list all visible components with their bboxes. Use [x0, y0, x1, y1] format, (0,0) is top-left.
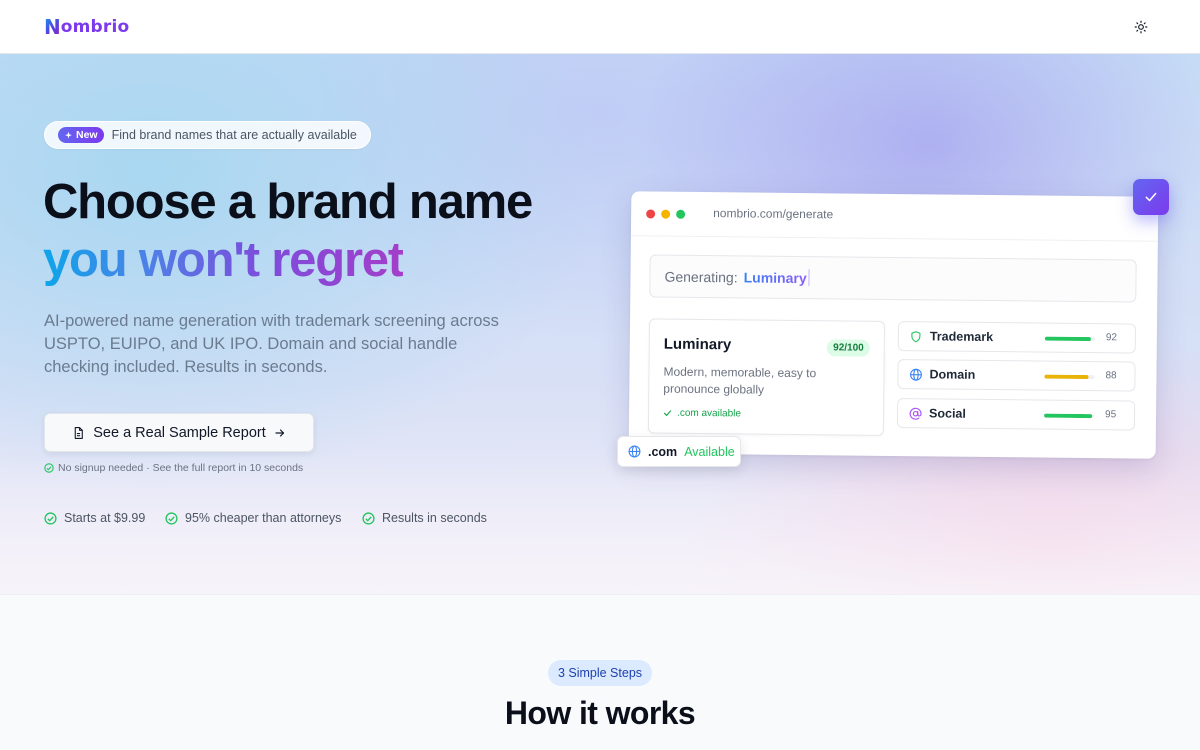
product-preview-window: nombrio.com/generate Generating: Luminar… [628, 191, 1159, 459]
sample-report-button[interactable]: See a Real Sample Report [44, 413, 314, 452]
metric-domain-fill [1044, 374, 1089, 380]
metric-domain-value: 88 [1105, 370, 1117, 382]
name-result-card: Luminary 92/100 Modern, memorable, easy … [647, 318, 886, 436]
hero-section: New Find brand names that are actually a… [0, 54, 1200, 594]
feature-savings: 95% cheaper than attorneys [165, 511, 341, 525]
metric-social-fill [1044, 413, 1092, 419]
how-it-works-section: 3 Simple Steps How it works [0, 594, 1200, 750]
metric-trademark: Trademark 92 [897, 321, 1137, 354]
top-navigation-bar: Nombrio [0, 0, 1200, 54]
sun-icon [1134, 20, 1148, 34]
name-score-badge: 92/100 [827, 339, 870, 357]
announcement-pill[interactable]: New Find brand names that are actually a… [44, 121, 371, 149]
shield-icon [909, 329, 923, 343]
name-availability-text: .com available [677, 407, 742, 420]
sparkle-icon [65, 131, 72, 138]
window-close-dot [646, 209, 656, 219]
feature-speed: Results in seconds [362, 511, 487, 525]
check-icon [1145, 192, 1157, 202]
steps-badge: 3 Simple Steps [548, 660, 652, 686]
globe-icon [628, 445, 641, 458]
check-circle-icon [44, 463, 54, 473]
feature-savings-label: 95% cheaper than attorneys [185, 511, 342, 525]
arrow-right-icon [275, 428, 284, 437]
name-result-description: Modern, memorable, easy to pronounce glo… [663, 364, 817, 397]
metric-trademark-track [1044, 336, 1095, 342]
preview-window-titlebar: nombrio.com/generate [630, 191, 1159, 242]
feature-speed-label: Results in seconds [382, 511, 487, 525]
check-icon [664, 410, 672, 417]
text-caret [808, 269, 810, 287]
metric-social-label: Social [929, 406, 966, 421]
domain-available-chip: .com Available [617, 436, 741, 467]
generating-value: Luminary [743, 268, 807, 286]
metric-social: Social 95 [896, 398, 1136, 431]
cta-note-text: No signup needed · See the full report i… [58, 462, 304, 474]
domain-tld: .com [648, 444, 678, 459]
check-circle-icon [362, 511, 375, 525]
verified-check-badge [1133, 179, 1169, 215]
theme-toggle-button[interactable] [1130, 16, 1152, 38]
document-icon [74, 426, 84, 439]
hero-subheadline: AI-powered name generation with trademar… [44, 312, 499, 376]
generating-field: Generating: Luminary [649, 254, 1137, 303]
at-icon [908, 406, 922, 420]
metric-domain-track [1044, 374, 1095, 380]
metric-trademark-label: Trademark [929, 329, 994, 345]
name-result-title: Luminary [663, 335, 732, 354]
check-circle-icon [44, 511, 57, 525]
logo-initial: N [44, 15, 61, 39]
name-availability: .com available [663, 407, 742, 420]
hero-headline-line1: Choose a brand name [43, 175, 533, 229]
sample-report-label: See a Real Sample Report [93, 424, 266, 441]
cta-note: No signup needed · See the full report i… [44, 462, 303, 474]
metric-social-value: 95 [1105, 409, 1117, 421]
hero-headline-line2: you won't regret [43, 230, 404, 290]
new-badge: New [58, 127, 104, 143]
metric-social-track [1044, 413, 1095, 419]
metric-trademark-fill [1044, 336, 1091, 342]
domain-status: Available [684, 444, 735, 459]
generating-label: Generating: [664, 268, 738, 285]
new-badge-label: New [76, 129, 98, 141]
nombrio-logo[interactable]: Nombrio [44, 15, 129, 39]
check-circle-icon [165, 511, 178, 525]
globe-icon [908, 367, 922, 381]
feature-price: Starts at $9.99 [44, 511, 145, 525]
logo-wordmark: ombrio [60, 17, 130, 37]
window-maximize-dot [676, 209, 686, 219]
announcement-text: Find brand names that are actually avail… [111, 128, 357, 142]
metric-domain-label: Domain [929, 367, 976, 382]
feature-price-label: Starts at $9.99 [64, 511, 146, 525]
how-it-works-title: How it works [504, 695, 696, 731]
metric-domain: Domain 88 [897, 359, 1136, 392]
metric-trademark-value: 92 [1105, 332, 1118, 344]
preview-url: nombrio.com/generate [713, 206, 834, 222]
window-minimize-dot [661, 209, 671, 219]
